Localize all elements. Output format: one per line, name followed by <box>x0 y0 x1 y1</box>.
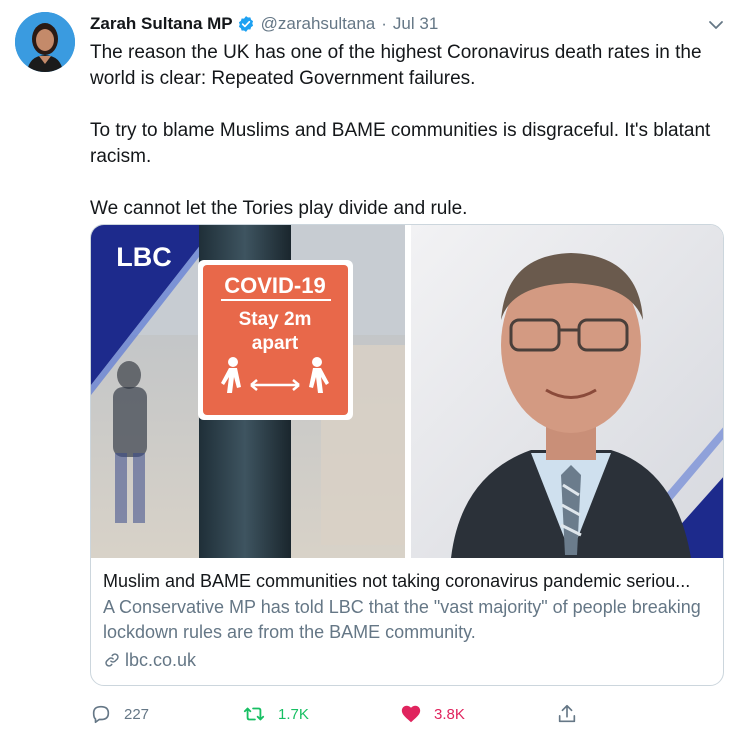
header-separator: · <box>381 14 387 33</box>
tweet-date[interactable]: Jul 31 <box>393 14 438 34</box>
tweet-text: The reason the UK has one of the highest… <box>90 40 720 248</box>
retweet-button[interactable]: 1.7K <box>242 700 309 728</box>
tweet-paragraph: To try to blame Muslims and BAME communi… <box>90 120 711 167</box>
link-icon <box>105 653 119 667</box>
tweet-header: Zarah Sultana MP @zarahsultana · Jul 31 <box>90 12 730 36</box>
sign-text-line2: Stay 2m <box>239 309 312 330</box>
share-icon <box>558 704 576 723</box>
verified-badge-icon <box>237 15 255 33</box>
card-description: A Conservative MP has told LBC that the … <box>103 597 701 642</box>
retweet-count: 1.7K <box>278 705 309 723</box>
lbc-logo: LBC <box>116 242 172 272</box>
reply-button[interactable]: 227 <box>90 700 149 728</box>
like-button[interactable]: 3.8K <box>400 700 465 728</box>
reply-icon <box>92 705 110 724</box>
card-link[interactable]: lbc.co.uk <box>103 648 715 672</box>
sign-text-line1: COVID-19 <box>224 273 325 298</box>
reply-count: 227 <box>124 705 150 723</box>
sign-text-line3: apart <box>252 333 299 354</box>
chevron-down-icon[interactable] <box>707 16 725 34</box>
link-card[interactable]: COVID-19 Stay 2m apart LBC Muslim and BA… <box>90 224 724 686</box>
retweet-icon <box>243 707 265 721</box>
card-body: Muslim and BAME communities not taking c… <box>103 569 715 672</box>
tweet-actions: 227 1.7K 3.8K <box>90 700 720 728</box>
like-count: 3.8K <box>434 705 465 723</box>
card-title[interactable]: Muslim and BAME communities not taking c… <box>103 569 715 593</box>
like-icon <box>401 705 421 723</box>
tweet-paragraph: We cannot let the Tories play divide and… <box>90 198 468 219</box>
card-image[interactable]: COVID-19 Stay 2m apart LBC <box>91 225 723 558</box>
card-domain[interactable]: lbc.co.uk <box>125 648 196 672</box>
author-name[interactable]: Zarah Sultana MP <box>90 14 233 34</box>
author-handle[interactable]: @zarahsultana <box>261 14 376 34</box>
tweet-paragraph: The reason the UK has one of the highest… <box>90 42 702 89</box>
share-button[interactable] <box>556 700 590 728</box>
avatar[interactable] <box>15 12 75 72</box>
